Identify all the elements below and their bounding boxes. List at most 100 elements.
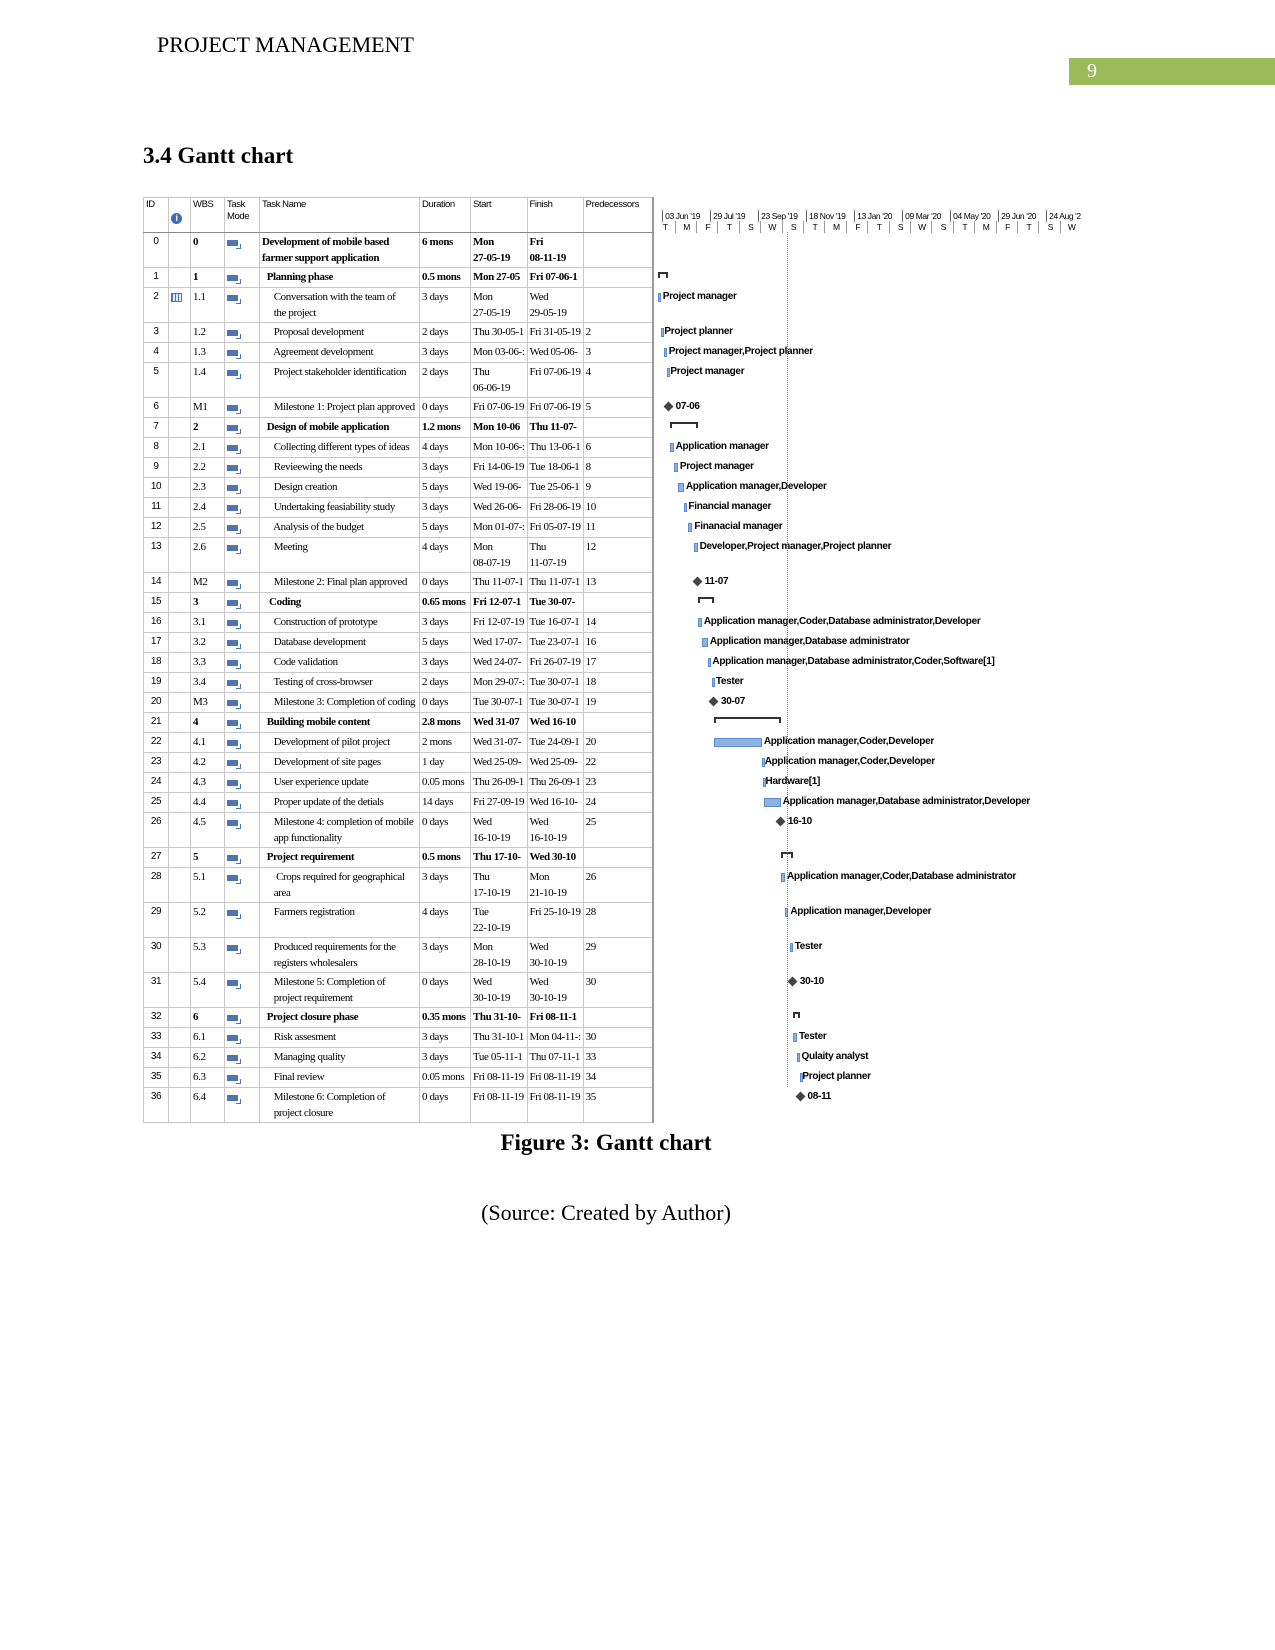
auto-scheduled-icon bbox=[227, 295, 241, 304]
summary-bar[interactable] bbox=[670, 421, 698, 428]
task-predecessors bbox=[582, 267, 654, 288]
gantt-row: Developer,Project manager,Project planne… bbox=[652, 537, 1082, 573]
task-row[interactable]: 6 M1 Milestone 1: Project plan approved 0 … bbox=[143, 397, 1082, 418]
task-bar[interactable] bbox=[697, 617, 702, 627]
resource-label: Developer,Project manager,Project planne… bbox=[699, 540, 892, 552]
task-duration: 2 days bbox=[419, 322, 471, 343]
task-bar[interactable] bbox=[666, 367, 670, 377]
task-mode bbox=[224, 612, 260, 633]
task-bar[interactable] bbox=[712, 677, 716, 687]
task-row[interactable]: 27 5 Project requirement 0.5 mons Thu 17-10… bbox=[143, 847, 1082, 868]
task-row[interactable]: 10 2.3 Design creation 5 days Wed 19-06- Tue… bbox=[143, 477, 1082, 498]
task-bar[interactable] bbox=[683, 502, 687, 512]
task-row[interactable]: 24 4.3 User experience update 0.05 mons Thu… bbox=[143, 772, 1082, 793]
task-row[interactable]: 23 4.2 Development of site pages 1 day Wed … bbox=[143, 752, 1082, 773]
task-row[interactable]: 5 1.4 Project stakeholder identification 2… bbox=[143, 362, 1082, 398]
task-row[interactable]: 8 2.1 Collecting different types of ideas… bbox=[143, 437, 1082, 458]
task-row[interactable]: 29 5.2 Farmers registration 4 days Tue 22-1… bbox=[143, 902, 1082, 938]
task-wbs: 5.4 bbox=[190, 972, 225, 1008]
task-bar[interactable] bbox=[673, 462, 678, 472]
gantt-row: Tester bbox=[652, 1027, 1082, 1048]
task-row[interactable]: 15 3 Coding 0.65 mons Fri 12-07-1 Tue 30-07- bbox=[143, 592, 1082, 613]
task-indicator bbox=[168, 712, 191, 733]
column-header-wbs[interactable]: WBS bbox=[190, 197, 225, 233]
milestone-diamond[interactable] bbox=[708, 696, 719, 706]
task-row[interactable]: 11 2.4 Undertaking feasiability study 3 da… bbox=[143, 497, 1082, 518]
task-finish: Wed 30-10-19 bbox=[526, 972, 584, 1008]
column-header-id[interactable]: ID bbox=[143, 197, 169, 233]
task-bar[interactable] bbox=[790, 942, 794, 952]
task-row[interactable]: 11 Planning phase 0.5 mons Mon 27-05 Fri 07… bbox=[143, 267, 1082, 288]
task-duration: 5 days bbox=[419, 632, 471, 653]
task-wbs: 1.3 bbox=[190, 342, 225, 363]
task-bar[interactable] bbox=[707, 657, 711, 667]
task-row[interactable]: 19 3.4 Testing of cross-browser 2 days Mon … bbox=[143, 672, 1082, 693]
summary-bar[interactable] bbox=[792, 1011, 801, 1018]
task-bar[interactable] bbox=[792, 1032, 797, 1042]
task-bar[interactable] bbox=[664, 347, 668, 357]
task-bar[interactable] bbox=[701, 637, 708, 647]
task-bar[interactable] bbox=[713, 737, 762, 747]
task-mode bbox=[224, 342, 260, 363]
task-wbs: 0 bbox=[190, 232, 225, 268]
task-row[interactable]: 36 6.4 Milestone 6: Completion of project… bbox=[143, 1087, 1082, 1123]
task-row[interactable]: 0 0 Development of mobile based farmer sup… bbox=[143, 232, 1082, 268]
column-header-predecessors[interactable]: Predecessors bbox=[582, 197, 654, 233]
summary-bar[interactable] bbox=[713, 716, 781, 723]
milestone-diamond[interactable] bbox=[795, 1091, 805, 1101]
task-row[interactable]: 21 4 Building mobile content 2.8 mons Wed 3… bbox=[143, 712, 1082, 733]
column-header-start[interactable]: Start bbox=[470, 197, 528, 233]
task-bar[interactable] bbox=[670, 442, 674, 452]
summary-bar[interactable] bbox=[697, 596, 714, 603]
column-header-info[interactable]: i bbox=[168, 197, 191, 233]
task-row[interactable]: 17 3.2 Database development 5 days Wed 17-0… bbox=[143, 632, 1082, 653]
task-row[interactable]: 34 6.2 Managing quality 3 days Tue 05-11-1 T… bbox=[143, 1047, 1082, 1068]
task-row[interactable]: 9 2.2 Revieewing the needs 3 days Fri 14-06… bbox=[143, 457, 1082, 478]
task-row[interactable]: 14 M2 Milestone 2: Final plan approved 0 d… bbox=[143, 572, 1082, 593]
task-row[interactable]: 32 6 Project closure phase 0.35 mons Thu 31… bbox=[143, 1007, 1082, 1028]
task-predecessors: 24 bbox=[582, 792, 654, 813]
task-indicator bbox=[168, 867, 191, 903]
milestone-diamond[interactable] bbox=[787, 976, 798, 986]
task-row[interactable]: 13 2.6 Meeting 4 days Mon 08-07-19 Thu 11-07… bbox=[143, 537, 1082, 573]
column-header-duration[interactable]: Duration bbox=[419, 197, 471, 233]
column-header-task-mode[interactable]: Task Mode bbox=[224, 197, 260, 233]
task-bar[interactable] bbox=[694, 542, 698, 552]
task-row[interactable]: 26 4.5 Milestone 4: completion of mobile … bbox=[143, 812, 1082, 848]
task-bar[interactable] bbox=[658, 292, 662, 302]
task-bar[interactable] bbox=[677, 482, 684, 492]
task-row[interactable]: 72 Design of mobile application 1.2 mons M… bbox=[143, 417, 1082, 438]
task-row[interactable]: 20 M3 Milestone 3: Completion of coding 0 … bbox=[143, 692, 1082, 713]
task-name: Risk assesment bbox=[259, 1027, 420, 1048]
task-row[interactable]: 4 1.3 Agreement development 3 days Mon 03-0… bbox=[143, 342, 1082, 363]
task-name: Proposal development bbox=[259, 322, 420, 343]
gantt-row: Application manager bbox=[652, 437, 1082, 458]
task-row[interactable]: 33 6.1 Risk assesment 3 days Thu 31-10-1 Mon… bbox=[143, 1027, 1082, 1048]
task-row[interactable]: 35 6.3 Final review 0.05 mons Fri 08-11-19 F… bbox=[143, 1067, 1082, 1088]
task-bar[interactable] bbox=[688, 522, 693, 532]
task-bar[interactable] bbox=[780, 872, 785, 882]
task-row[interactable]: 16 3.1 Construction of prototype 3 days Fri… bbox=[143, 612, 1082, 633]
task-row[interactable]: 30 5.3 Produced requirements for the regi… bbox=[143, 937, 1082, 973]
task-row[interactable]: 2 1.1 Conversation with the team of the p… bbox=[143, 287, 1082, 323]
task-row[interactable]: 25 4.4 Proper update of the detials 14 day… bbox=[143, 792, 1082, 813]
task-row[interactable]: 22 4.1 Development of pilot project 2 mons… bbox=[143, 732, 1082, 753]
task-name: Milestone 5: Completion of project requi… bbox=[259, 972, 420, 1008]
task-name: Design of mobile application bbox=[259, 417, 420, 438]
task-finish: Wed 16-10-19 bbox=[526, 812, 584, 848]
task-bar[interactable] bbox=[796, 1052, 800, 1062]
task-bar[interactable] bbox=[660, 327, 664, 337]
milestone-diamond[interactable] bbox=[692, 576, 703, 586]
milestone-diamond[interactable] bbox=[663, 401, 674, 411]
task-bar[interactable] bbox=[763, 797, 781, 807]
summary-bar[interactable] bbox=[658, 271, 669, 278]
task-row[interactable]: 12 2.5 Analysis of the budget 5 days Mon 01… bbox=[143, 517, 1082, 538]
task-wbs: 3.2 bbox=[190, 632, 225, 653]
task-row[interactable]: 3 1.2 Proposal development 2 days Thu 30-05… bbox=[143, 322, 1082, 343]
column-header-finish[interactable]: Finish bbox=[526, 197, 584, 233]
task-row[interactable]: 31 5.4 Milestone 5: Completion of project… bbox=[143, 972, 1082, 1008]
column-header-task-name[interactable]: Task Name bbox=[259, 197, 420, 233]
task-row[interactable]: 18 3.3 Code validation 3 days Wed 24-07- Fri… bbox=[143, 652, 1082, 673]
milestone-diamond[interactable] bbox=[775, 816, 786, 826]
task-row[interactable]: 28 5.1 Crops required for geographical ar… bbox=[143, 867, 1082, 903]
